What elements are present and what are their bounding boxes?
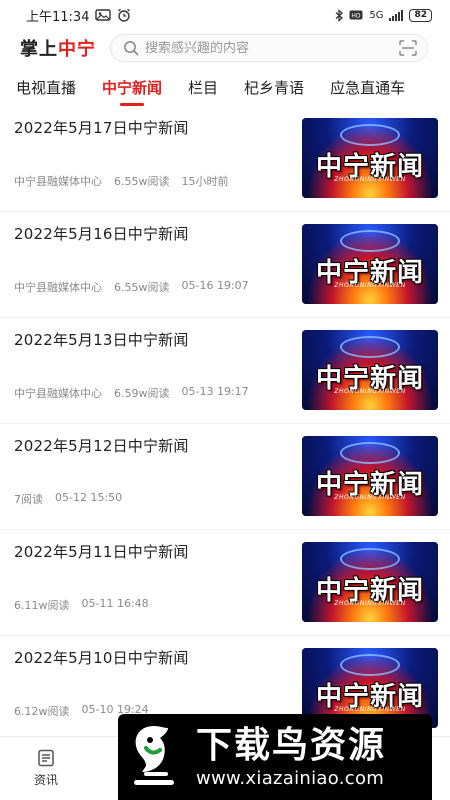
news-thumbnail: 中宁新闻 ZHONGNINGXINWEN [302,330,438,410]
news-source: 中宁县融媒体中心 [14,281,102,294]
news-time: 05-16 19:07 [181,279,249,292]
news-text: 2022年5月16日中宁新闻 中宁县融媒体中心 6.55w阅读 05-16 19… [14,224,294,317]
news-reads: 6.59w阅读 [114,387,170,400]
news-text: 2022年5月13日中宁新闻 中宁县融媒体中心 6.59w阅读 05-13 19… [14,330,294,423]
news-source: 中宁县融媒体中心 [14,387,102,400]
search-icon [124,41,139,56]
thumbnail-pinyin: ZHONGNINGXINWEN [334,706,406,713]
news-source: 中宁县融媒体中心 [14,175,102,188]
category-tabs: 电视直播 中宁新闻 栏目 杞乡青语 应急直通车 [0,70,450,104]
battery-icon: 82 [409,8,432,22]
nav-item-info[interactable]: 资讯 [24,749,68,788]
news-thumbnail: 中宁新闻 ZHONGNINGXINWEN [302,436,438,516]
logo-highlight: 中宁 [58,39,96,60]
status-left: 上午11:34 [26,6,131,25]
thumbnail-ring [340,548,400,570]
news-time: 05-11 16:48 [81,597,149,610]
news-time: 05-13 19:17 [181,385,249,398]
news-reads: 7阅读 [14,493,43,506]
news-title: 2022年5月12日中宁新闻 [14,437,189,455]
news-text: 2022年5月11日中宁新闻 6.11w阅读 05-11 16:48 [14,542,294,635]
news-meta: 6.11w阅读 05-11 16:48 [14,597,294,613]
watermark-banner: 下载鸟资源 www.xiazainiao.com [118,714,432,800]
status-right: HD 5G 82 [335,8,432,22]
news-thumbnail: 中宁新闻 ZHONGNINGXINWEN [302,542,438,622]
logo-prefix: 掌上 [20,39,58,60]
thumbnail-pinyin: ZHONGNINGXINWEN [334,388,406,395]
news-item[interactable]: 2022年5月16日中宁新闻 中宁县融媒体中心 6.55w阅读 05-16 19… [0,212,450,318]
news-thumbnail: 中宁新闻 ZHONGNINGXINWEN [302,224,438,304]
bird-logo-icon [134,726,174,785]
news-icon [38,749,54,767]
news-item[interactable]: 2022年5月11日中宁新闻 6.11w阅读 05-11 16:48 中宁新闻 … [0,530,450,636]
news-title: 2022年5月11日中宁新闻 [14,543,189,561]
news-thumbnail: 中宁新闻 ZHONGNINGXINWEN [302,118,438,198]
nav-info-label: 资讯 [33,773,58,787]
news-meta: 中宁县融媒体中心 6.55w阅读 15小时前 [14,173,294,189]
status-bar: 上午11:34 HD 5G 82 [0,0,450,30]
thumbnail-pinyin: ZHONGNINGXINWEN [334,176,406,183]
news-title: 2022年5月16日中宁新闻 [14,225,189,243]
news-title: 2022年5月13日中宁新闻 [14,331,189,349]
news-reads: 6.55w阅读 [114,281,170,294]
news-reads: 6.12w阅读 [14,705,70,718]
news-reads: 6.11w阅读 [14,599,70,612]
status-time: 上午11:34 [26,9,90,25]
svg-text:HD: HD [352,13,362,20]
news-list: 2022年5月17日中宁新闻 中宁县融媒体中心 6.55w阅读 15小时前 中宁… [0,106,450,742]
tab-qixiang-qingyu[interactable]: 杞乡青语 [244,77,304,98]
thumbnail-ring [340,230,400,252]
news-title: 2022年5月10日中宁新闻 [14,649,189,667]
alarm-icon [118,8,131,22]
watermark-text: 下载鸟资源 www.xiazainiao.com [196,724,387,789]
news-time: 05-12 15:50 [55,491,123,504]
news-item[interactable]: 2022年5月12日中宁新闻 7阅读 05-12 15:50 中宁新闻 ZHON… [0,424,450,530]
app-logo: 掌上中宁 [20,35,96,61]
news-item[interactable]: 2022年5月13日中宁新闻 中宁县融媒体中心 6.59w阅读 05-13 19… [0,318,450,424]
scan-icon[interactable] [399,40,417,56]
news-time: 15小时前 [181,175,229,188]
search-input[interactable] [145,40,399,56]
search-bar[interactable] [110,34,428,62]
news-reads: 6.55w阅读 [114,175,170,188]
signal-icon [389,9,404,21]
thumbnail-pinyin: ZHONGNINGXINWEN [334,494,406,501]
watermark-title: 下载鸟资源 [196,724,387,766]
tab-columns[interactable]: 栏目 [188,77,218,98]
tab-zhongning-news[interactable]: 中宁新闻 [102,77,162,98]
news-meta: 7阅读 05-12 15:50 [14,491,294,507]
thumbnail-ring [340,654,400,676]
hd-icon: HD [349,10,363,20]
network-type: 5G [369,9,384,21]
tab-tv-live[interactable]: 电视直播 [16,77,76,98]
thumbnail-ring [340,336,400,358]
app-header: 掌上中宁 [0,30,450,66]
news-meta: 中宁县融媒体中心 6.59w阅读 05-13 19:17 [14,385,294,401]
thumbnail-ring [340,442,400,464]
news-meta: 中宁县融媒体中心 6.55w阅读 05-16 19:07 [14,279,294,295]
news-title: 2022年5月17日中宁新闻 [14,119,189,137]
thumbnail-pinyin: ZHONGNINGXINWEN [334,282,406,289]
news-text: 2022年5月12日中宁新闻 7阅读 05-12 15:50 [14,436,294,529]
watermark-url: www.xiazainiao.com [196,767,385,789]
news-text: 2022年5月17日中宁新闻 中宁县融媒体中心 6.55w阅读 15小时前 [14,118,294,211]
thumbnail-pinyin: ZHONGNINGXINWEN [334,600,406,607]
news-item[interactable]: 2022年5月17日中宁新闻 中宁县融媒体中心 6.55w阅读 15小时前 中宁… [0,106,450,212]
tab-emergency[interactable]: 应急直通车 [330,77,405,98]
thumbnail-ring [340,124,400,146]
photo-icon [95,9,112,21]
bluetooth-icon [335,8,344,22]
